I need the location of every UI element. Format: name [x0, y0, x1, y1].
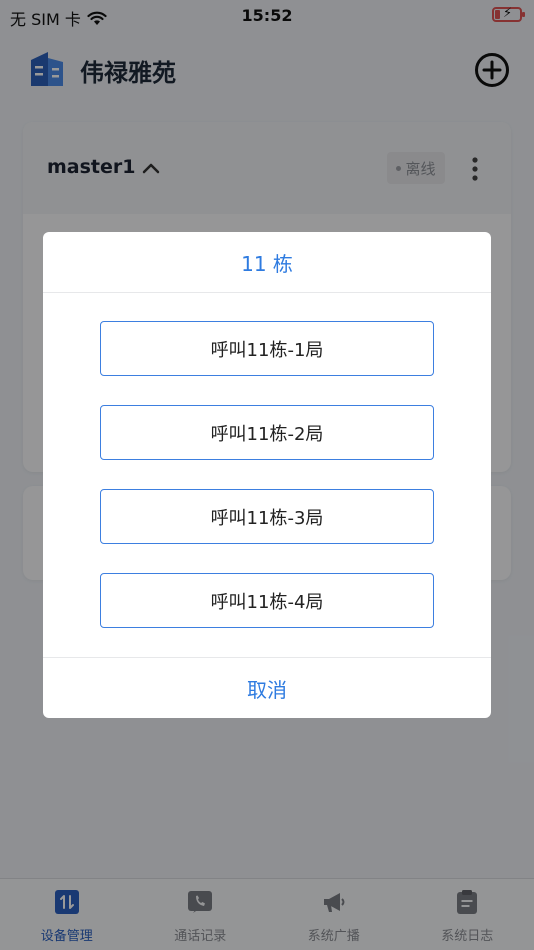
call-option-button[interactable]: 呼叫11栋-2局 [100, 405, 434, 460]
call-option-button[interactable]: 呼叫11栋-3局 [100, 489, 434, 544]
call-dialog: 11 栋 呼叫11栋-1局 呼叫11栋-2局 呼叫11栋-3局 呼叫11栋-4局… [43, 232, 491, 718]
dialog-title: 11 栋 [43, 232, 491, 293]
cancel-button[interactable]: 取消 [43, 657, 491, 718]
call-option-button[interactable]: 呼叫11栋-4局 [100, 573, 434, 628]
call-option-button[interactable]: 呼叫11栋-1局 [100, 321, 434, 376]
